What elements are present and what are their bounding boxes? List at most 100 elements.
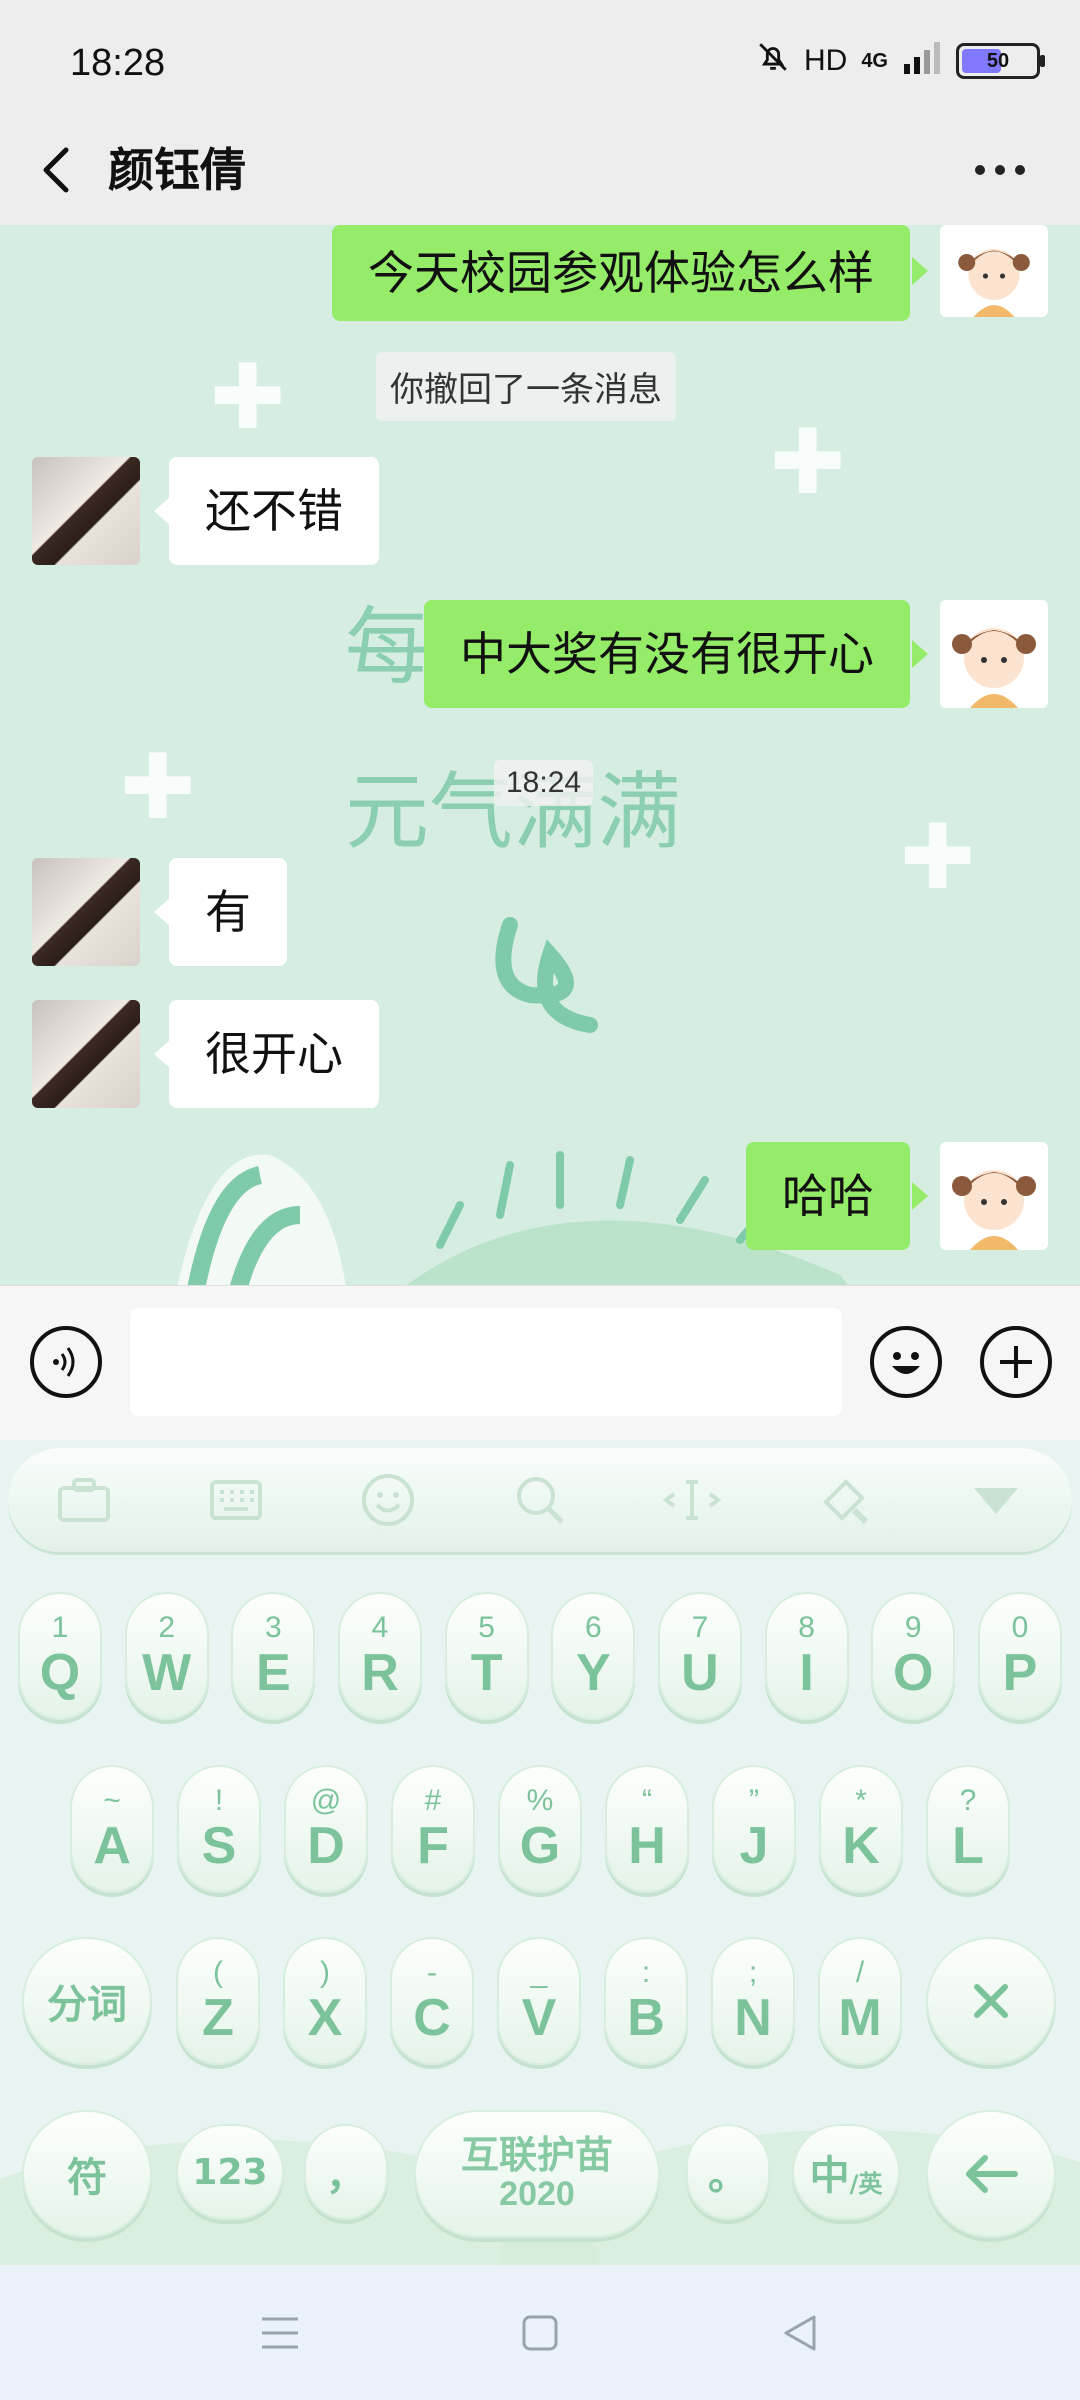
- key-primary-label: F: [417, 1817, 449, 1875]
- timestamp: 18:24: [494, 760, 594, 806]
- key-j[interactable]: ” J: [712, 1765, 796, 1893]
- key-secondary-label: -: [427, 1956, 437, 1989]
- more-options-button[interactable]: [960, 140, 1040, 200]
- segment-key[interactable]: 分词: [22, 1937, 152, 2065]
- key-m[interactable]: / M: [818, 1937, 902, 2065]
- key-q[interactable]: 1Q: [18, 1592, 102, 1720]
- search-icon[interactable]: [508, 1468, 572, 1532]
- home-square-icon: [522, 2315, 558, 2350]
- key-l[interactable]: ? L: [926, 1765, 1010, 1893]
- key-a[interactable]: ~ A: [70, 1765, 154, 1893]
- key-p[interactable]: 0P: [977, 1592, 1062, 1720]
- key-g[interactable]: % G: [498, 1765, 582, 1893]
- key-primary-label: H: [628, 1817, 666, 1875]
- enter-key[interactable]: [926, 2110, 1056, 2238]
- key-primary-label: X: [307, 1989, 343, 2047]
- emoji-icon[interactable]: [870, 1326, 942, 1398]
- key-d[interactable]: @ D: [284, 1765, 368, 1893]
- key-secondary-label: %: [526, 1784, 554, 1817]
- collapse-icon[interactable]: [964, 1468, 1028, 1532]
- period-key[interactable]: 。: [686, 2124, 770, 2220]
- key-k[interactable]: * K: [819, 1765, 903, 1893]
- key-secondary-label: ~: [103, 1784, 121, 1817]
- key-w[interactable]: 2W: [124, 1592, 209, 1720]
- back-button[interactable]: [30, 140, 90, 200]
- key-row-2: ~ A! S @ D # F% G “H” J * K? L: [70, 1765, 1010, 1893]
- key-c[interactable]: -C: [390, 1937, 474, 2065]
- message-bubble-received[interactable]: 有: [169, 858, 287, 966]
- delete-icon: [974, 1984, 1008, 2018]
- key-z[interactable]: (Z: [176, 1937, 260, 2065]
- key-primary-label: C: [413, 1989, 451, 2047]
- key-secondary-label: 9: [904, 1611, 922, 1644]
- key-y[interactable]: 6Y: [551, 1592, 636, 1720]
- symbol-key[interactable]: 符: [22, 2110, 152, 2238]
- plus-icon[interactable]: [980, 1326, 1052, 1398]
- key-primary-label: D: [307, 1817, 345, 1875]
- key-secondary-label: 8: [798, 1611, 815, 1644]
- arrow-left-icon: [966, 2155, 1018, 2193]
- mute-bell-icon: [756, 40, 790, 82]
- space-key[interactable]: 互联护苗 2020: [414, 2110, 660, 2238]
- keyboard-toolbar: [8, 1448, 1072, 1552]
- contact-avatar[interactable]: [32, 1000, 140, 1108]
- key-i[interactable]: 8I: [764, 1592, 849, 1720]
- key-e[interactable]: 3E: [231, 1592, 316, 1720]
- message-bubble-received[interactable]: 还不错: [169, 457, 379, 565]
- sparkle-decoration: ✚: [210, 345, 286, 450]
- key-secondary-label: 6: [584, 1611, 602, 1644]
- key-primary-label: Y: [575, 1644, 611, 1702]
- voice-input-icon[interactable]: [30, 1326, 102, 1398]
- key-secondary-label: ?: [959, 1784, 977, 1817]
- message-bubble-sent[interactable]: 今天校园参观体验怎么样: [332, 225, 910, 321]
- emoji-icon[interactable]: [356, 1468, 420, 1532]
- sparkle-decoration: ✚: [770, 410, 846, 515]
- key-t[interactable]: 5T: [444, 1592, 529, 1720]
- key-primary-label: B: [627, 1989, 665, 2047]
- key-r[interactable]: 4R: [337, 1592, 422, 1720]
- key-secondary-label: 1: [51, 1611, 69, 1644]
- key-secondary-label: 0: [1011, 1611, 1029, 1644]
- contact-name: 颜钰倩: [108, 143, 246, 197]
- my-avatar[interactable]: [940, 225, 1048, 317]
- home-nav-button[interactable]: [510, 2303, 570, 2363]
- message-bubble-received[interactable]: 很开心: [169, 1000, 379, 1108]
- key-h[interactable]: “H: [605, 1765, 689, 1893]
- back-nav-button[interactable]: [770, 2303, 830, 2363]
- lang-key-main: 中: [809, 2153, 850, 2199]
- key-v[interactable]: _ V: [497, 1937, 581, 2065]
- my-avatar[interactable]: [940, 1142, 1048, 1250]
- key-secondary-label: _: [530, 1956, 548, 1989]
- key-x[interactable]: ) X: [283, 1937, 367, 2065]
- keyboard-icon[interactable]: [204, 1468, 268, 1532]
- key-s[interactable]: ! S: [177, 1765, 261, 1893]
- chat-header: 颜钰倩: [0, 120, 1080, 225]
- message-bubble-sent[interactable]: 哈哈: [746, 1142, 910, 1250]
- message-input[interactable]: [130, 1308, 842, 1416]
- message-bubble-sent[interactable]: 中大奖有没有很开心: [424, 600, 910, 708]
- language-switch-key[interactable]: 中/英: [792, 2124, 900, 2220]
- key-o[interactable]: 9O: [871, 1592, 956, 1720]
- my-avatar[interactable]: [940, 600, 1048, 708]
- key-primary-label: E: [255, 1644, 291, 1702]
- comma-key[interactable]: ，: [304, 2124, 388, 2220]
- delete-key[interactable]: [926, 1937, 1056, 2065]
- key-primary-label: W: [142, 1644, 192, 1702]
- key-primary-label: T: [470, 1644, 503, 1702]
- signal-icon: [902, 40, 942, 82]
- contact-avatar[interactable]: [32, 858, 140, 966]
- sparkle-decoration: ✚: [900, 805, 976, 910]
- key-n[interactable]: ; N: [711, 1937, 795, 2065]
- chat-area[interactable]: ✚ ✚ ✚ ✚ 元气满满 每 今天校园参观体验怎么样 你撤回了一条消息 还不错 …: [0, 225, 1080, 1285]
- key-f[interactable]: # F: [391, 1765, 475, 1893]
- key-u[interactable]: 7U: [657, 1592, 742, 1720]
- key-secondary-label: 4: [371, 1611, 389, 1644]
- briefcase-icon[interactable]: [52, 1468, 116, 1532]
- number-key[interactable]: 123: [176, 2124, 284, 2220]
- contact-avatar[interactable]: [32, 457, 140, 565]
- key-primary-label: O: [893, 1644, 934, 1702]
- menu-nav-button[interactable]: [250, 2303, 310, 2363]
- key-b[interactable]: :B: [604, 1937, 688, 2065]
- brush-icon[interactable]: [812, 1468, 876, 1532]
- cursor-icon[interactable]: [660, 1468, 724, 1532]
